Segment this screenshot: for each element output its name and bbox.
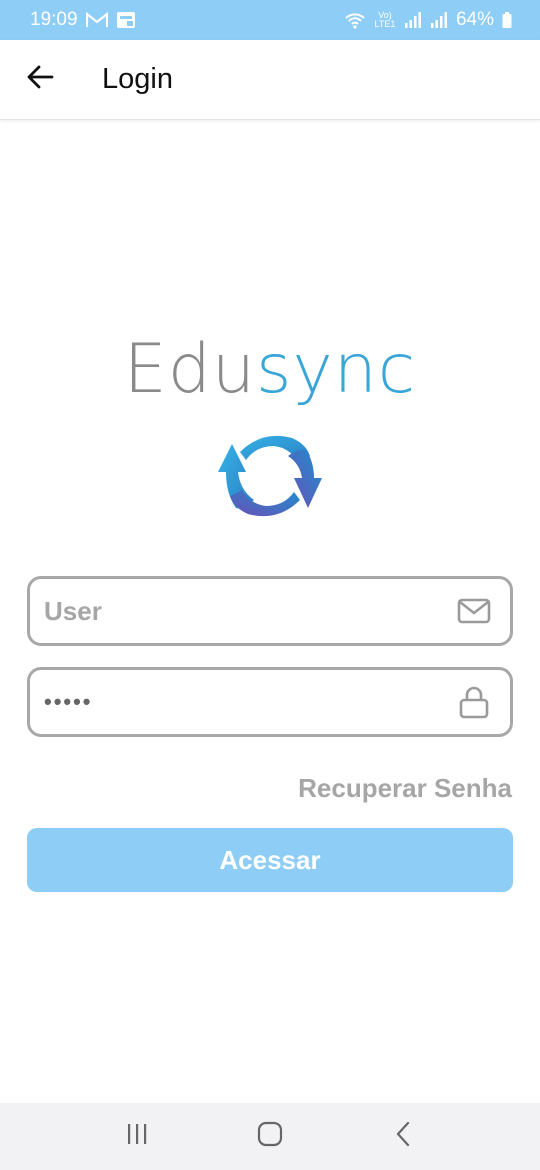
back-button[interactable]: [0, 40, 80, 120]
home-button[interactable]: [240, 1107, 300, 1167]
password-input[interactable]: •••••: [44, 689, 456, 715]
wifi-icon: [344, 11, 366, 29]
battery-icon: [502, 12, 512, 28]
user-field[interactable]: [27, 576, 513, 646]
recover-password-link[interactable]: Recuperar Senha: [298, 773, 512, 804]
edusync-logo-text: Edusync: [0, 330, 540, 409]
sync-arrows-icon: [210, 430, 330, 522]
status-right: Vo) LTE1 64%: [344, 9, 512, 31]
logo-text-part1: Edu: [123, 330, 257, 409]
envelope-icon: [456, 593, 492, 629]
status-left: 19:09: [30, 9, 136, 31]
recents-button[interactable]: [107, 1107, 167, 1167]
arrow-left-icon: [26, 65, 54, 94]
nav-back-button[interactable]: [373, 1107, 433, 1167]
status-time: 19:09: [30, 9, 78, 30]
signal-icon-1: [404, 12, 422, 28]
home-icon: [257, 1121, 283, 1152]
recents-icon: [125, 1123, 149, 1150]
password-field[interactable]: •••••: [27, 667, 513, 737]
gmail-icon: [85, 12, 108, 28]
battery-percent: 64%: [455, 9, 494, 30]
lock-icon: [456, 684, 492, 720]
signal-icon-2: [430, 12, 448, 28]
notification-app-icon: [116, 11, 136, 29]
logo-text-part2: sync: [256, 330, 417, 409]
page-title: Login: [102, 63, 173, 95]
user-input[interactable]: [44, 595, 456, 627]
submit-button[interactable]: Acessar: [27, 828, 513, 892]
network-label: Vo) LTE1: [374, 10, 396, 29]
app-bar: Login: [0, 40, 540, 120]
back-chevron-icon: [395, 1121, 411, 1152]
status-bar: 19:09 Vo) LTE1 64%: [0, 0, 540, 40]
system-nav-bar: [0, 1103, 540, 1170]
